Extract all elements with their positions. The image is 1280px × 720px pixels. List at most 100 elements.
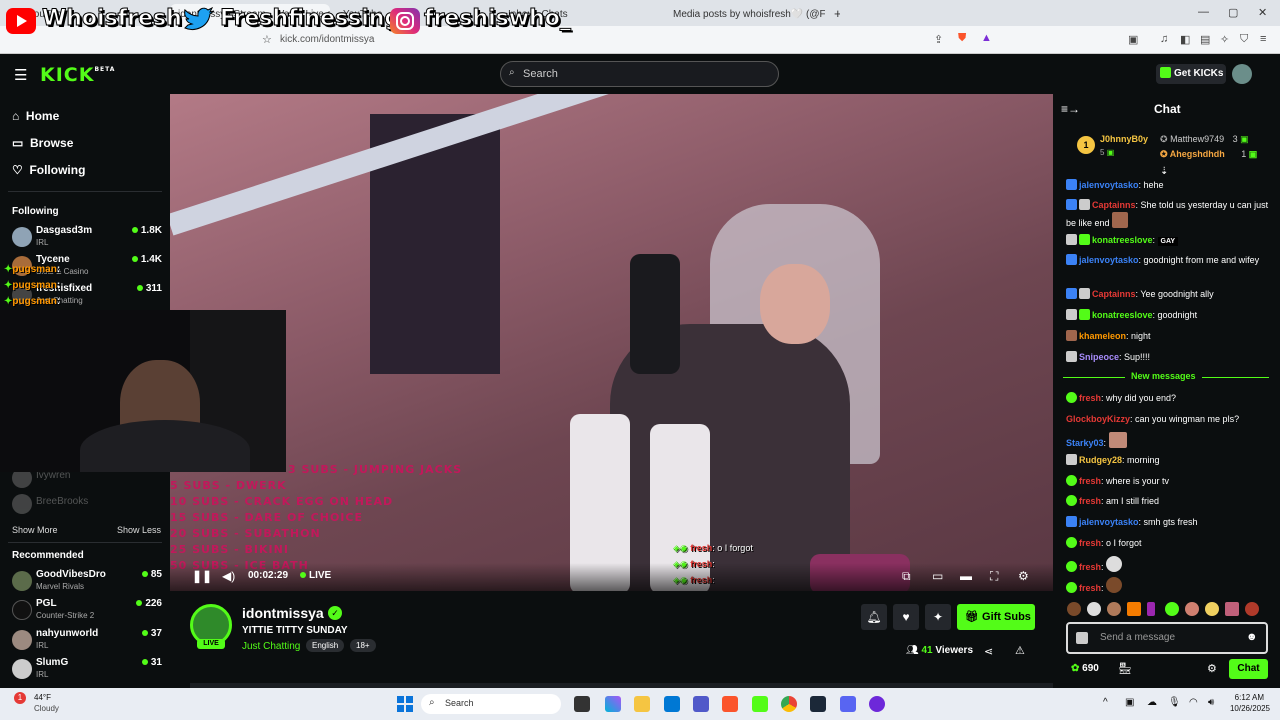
- gifter-entry[interactable]: ✪ Ahegshdhdh 1 ▣: [1160, 149, 1257, 160]
- emote-icon[interactable]: [1205, 602, 1219, 616]
- notification-bell-button[interactable]: 🔔︎: [861, 604, 887, 630]
- kicks-icon: [1160, 67, 1171, 78]
- volume-icon[interactable]: ◀): [222, 569, 235, 583]
- theater-mode-icon[interactable]: ▬: [960, 569, 972, 583]
- show-less-link[interactable]: Show Less: [117, 525, 161, 535]
- emote-icon[interactable]: [1225, 602, 1239, 616]
- category-link[interactable]: Just Chatting: [242, 641, 300, 652]
- emote-icon[interactable]: [1067, 602, 1081, 616]
- emote-icon[interactable]: [1185, 602, 1199, 616]
- browser-tab[interactable]: Media posts by whoisfresh🤍 (@Fre: [665, 4, 825, 26]
- teams-icon[interactable]: [693, 696, 709, 712]
- sidebar-channel[interactable]: PGL Counter-Strike 2 226: [12, 598, 162, 624]
- gifter-entry[interactable]: ✪ Matthew9749 3 ▣: [1160, 134, 1249, 145]
- clock-date[interactable]: 10/26/2025: [1222, 704, 1270, 713]
- settings-icon[interactable]: ⚙: [1018, 569, 1029, 583]
- sidebar-channel[interactable]: SlumG IRL 31: [12, 657, 162, 683]
- sidebar-channel[interactable]: Dasgasd3m IRL 1.8K: [12, 225, 162, 251]
- send-chat-button[interactable]: Chat: [1229, 659, 1268, 679]
- store-icon[interactable]: 🏪︎: [1118, 662, 1132, 675]
- brave-rewards-icon[interactable]: ▲: [981, 32, 992, 44]
- brave-icon[interactable]: [722, 696, 738, 712]
- close-icon[interactable]: ✕: [1258, 6, 1267, 19]
- miniplayer-icon[interactable]: ⧉: [902, 569, 911, 584]
- kick-points[interactable]: ✿ 690: [1071, 663, 1099, 674]
- file-explorer-icon[interactable]: [634, 696, 650, 712]
- maximize-icon[interactable]: ▢: [1228, 6, 1238, 19]
- network-icon[interactable]: ☁: [1147, 697, 1157, 708]
- new-tab-button[interactable]: +: [826, 4, 840, 26]
- sub-goal: 10 SUBS - CRACK EGG ON HEAD: [170, 495, 394, 508]
- top-gifter-name[interactable]: J0hnnyB0y: [1100, 134, 1148, 144]
- emoji-picker-icon[interactable]: ☻: [1246, 631, 1258, 643]
- microphone-icon[interactable]: 🎙︎: [1168, 697, 1181, 708]
- sidebar-item-browse[interactable]: ▭ Browse: [12, 136, 73, 150]
- emote-icon[interactable]: [1127, 602, 1141, 616]
- gift-sparkle-button[interactable]: ✦: [925, 604, 951, 630]
- fullscreen-icon[interactable]: ⛶: [990, 569, 998, 584]
- report-icon[interactable]: ⚠: [1015, 644, 1025, 657]
- menu-icon[interactable]: ≡: [1260, 33, 1266, 45]
- leo-icon[interactable]: ✧: [1220, 33, 1229, 46]
- sidebar-channel[interactable]: GoodVibesDro Marvel Rivals 85: [12, 569, 162, 595]
- sidebar-icon[interactable]: ◧: [1180, 33, 1190, 46]
- chat-settings-icon[interactable]: ⚙: [1207, 662, 1217, 675]
- sidebar-channel-offline[interactable]: BreeBrooks: [12, 492, 162, 518]
- skull-emote-icon[interactable]: [1087, 602, 1101, 616]
- taskbar-search-input[interactable]: ⌕ Search: [421, 694, 561, 714]
- tag-18-plus[interactable]: 18+: [350, 639, 376, 652]
- music-icon[interactable]: ♫: [1160, 33, 1168, 45]
- get-kicks-button[interactable]: Get KICKs: [1156, 64, 1226, 84]
- clip-icon[interactable]: ▭: [932, 569, 943, 583]
- site-search-input[interactable]: ⌕ Search: [500, 61, 779, 87]
- volume-icon[interactable]: 🔊︎: [1208, 697, 1214, 708]
- wallet-icon[interactable]: ▤: [1200, 33, 1210, 46]
- sidebar-channel[interactable]: nahyunworld IRL 37: [12, 628, 162, 654]
- tray-chevron-icon[interactable]: ^: [1103, 697, 1108, 708]
- channel-name[interactable]: idontmissya: [242, 605, 324, 621]
- wifi-icon[interactable]: ◠: [1189, 697, 1198, 708]
- copilot-icon[interactable]: [605, 696, 621, 712]
- kick-app-icon[interactable]: [752, 696, 768, 712]
- bookmark-icon[interactable]: ☆: [262, 33, 272, 46]
- show-more-link[interactable]: Show More: [12, 525, 58, 535]
- tray-app-icon[interactable]: ▣: [1125, 697, 1134, 708]
- collapse-chat-icon[interactable]: ≡→: [1061, 102, 1080, 116]
- vpn-icon[interactable]: ⛉: [1240, 33, 1248, 46]
- windows-start-icon[interactable]: [397, 696, 413, 712]
- windows-taskbar: 1 44°F Cloudy ⌕ Search ^ ▣ ☁ 🎙︎ ◠ 🔊︎ 6:12…: [0, 688, 1280, 720]
- emote-icon[interactable]: [1165, 602, 1179, 616]
- pause-icon[interactable]: ❚❚: [192, 569, 212, 583]
- store-icon[interactable]: [664, 696, 680, 712]
- discord-icon[interactable]: [840, 696, 856, 712]
- share-icon[interactable]: ⋖: [984, 645, 993, 658]
- extensions-icon[interactable]: ▣: [1128, 33, 1138, 46]
- steam-icon[interactable]: [810, 696, 826, 712]
- sidebar-item-home[interactable]: ⌂ Home: [12, 109, 59, 123]
- chat-message: Rudgey28: morning: [1066, 453, 1276, 467]
- viewer-count: 31: [141, 657, 162, 668]
- share-icon[interactable]: ⇪: [934, 33, 943, 46]
- weather-alert-icon[interactable]: 1: [14, 692, 26, 704]
- sidebar-item-following[interactable]: ♡ Following: [12, 163, 85, 177]
- url-field[interactable]: kick.com/idontmissya: [276, 31, 896, 49]
- emote-icon[interactable]: [1245, 602, 1259, 616]
- chat-input[interactable]: Send a message ☻: [1066, 622, 1268, 654]
- gift-subs-button[interactable]: 🎁︎ Gift Subs: [957, 604, 1035, 630]
- hamburger-menu-icon[interactable]: ☰: [14, 66, 27, 84]
- emote-icon[interactable]: [1147, 602, 1155, 616]
- emote-icon[interactable]: [1107, 602, 1121, 616]
- clock-time[interactable]: 6:12 AM: [1226, 693, 1264, 702]
- follow-button[interactable]: ♥: [893, 604, 919, 630]
- tag-english[interactable]: English: [306, 639, 345, 652]
- kick-logo[interactable]: KICKBETA: [40, 64, 115, 86]
- heart-icon: ♥: [902, 610, 910, 624]
- task-view-icon[interactable]: [574, 696, 590, 712]
- minimize-icon[interactable]: —: [1198, 6, 1209, 18]
- chrome-icon[interactable]: [781, 696, 797, 712]
- pin-icon[interactable]: ⇣: [1160, 166, 1168, 177]
- app-icon[interactable]: [869, 696, 885, 712]
- user-avatar[interactable]: [1232, 64, 1252, 84]
- brave-shield-icon[interactable]: ⛊: [958, 32, 966, 45]
- weather-temp[interactable]: 44°F: [34, 693, 51, 702]
